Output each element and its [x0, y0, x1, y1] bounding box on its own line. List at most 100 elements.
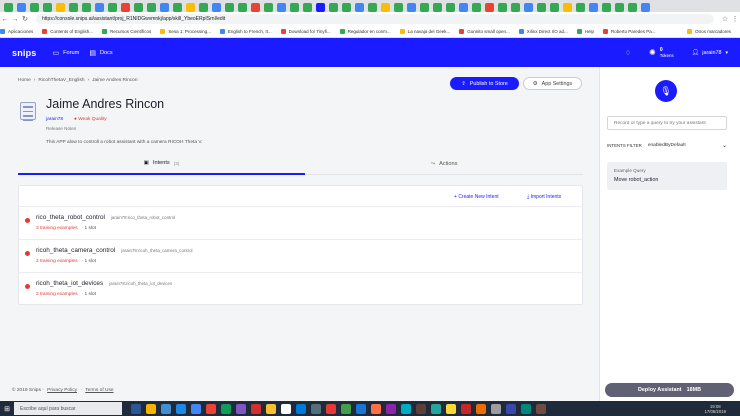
browser-tab[interactable]	[342, 3, 351, 12]
browser-tab[interactable]	[511, 3, 520, 12]
bookmark-item[interactable]: Aplicaciones	[0, 29, 33, 34]
back-icon[interactable]: ←	[0, 16, 10, 23]
browser-tab[interactable]	[433, 3, 442, 12]
taskbar-app-icon[interactable]	[400, 403, 411, 414]
taskbar-app-icon[interactable]	[490, 403, 501, 414]
intent-name[interactable]: ricoh_theta_camera_control	[36, 247, 115, 254]
bookmark-item[interactable]: Gunnito small open...	[459, 29, 510, 34]
browser-tab[interactable]	[420, 3, 429, 12]
taskbar-app-icon[interactable]	[385, 403, 396, 414]
browser-tab[interactable]	[108, 3, 117, 12]
taskbar-app-icon[interactable]	[310, 403, 321, 414]
tokens-counter[interactable]: 0 Tokens	[660, 47, 674, 59]
browser-tab[interactable]	[446, 3, 455, 12]
menu-icon[interactable]: ⋮	[730, 15, 740, 23]
browser-tab[interactable]	[134, 3, 143, 12]
taskbar-app-icon[interactable]	[370, 403, 381, 414]
taskbar-app-icon[interactable]	[505, 403, 516, 414]
terms-link[interactable]: Terms of Use	[85, 388, 113, 393]
bookmark-item[interactable]: Contents of English...	[42, 29, 93, 34]
microphone-button[interactable]: 🎙︎	[655, 80, 677, 102]
browser-tab[interactable]	[173, 3, 182, 12]
browser-tab[interactable]	[524, 3, 533, 12]
browser-tab[interactable]	[277, 3, 286, 12]
url-field[interactable]: https://console.snips.ai/assistant/proj_…	[36, 14, 714, 24]
forward-icon[interactable]: →	[10, 16, 20, 23]
browser-tab[interactable]	[472, 3, 481, 12]
browser-tab[interactable]	[30, 3, 39, 12]
taskbar-app-icon[interactable]	[130, 403, 141, 414]
tab-intents[interactable]: ▣ Intents (3)	[18, 153, 305, 175]
taskbar-app-icon[interactable]	[160, 403, 171, 414]
docs-link[interactable]: ▤ Docs	[89, 49, 112, 57]
browser-tab[interactable]	[394, 3, 403, 12]
taskbar-app-icon[interactable]	[445, 403, 456, 414]
taskbar-app-icon[interactable]	[220, 403, 231, 414]
browser-tab[interactable]	[147, 3, 156, 12]
taskbar-app-icon[interactable]	[325, 403, 336, 414]
example-query-card[interactable]: Example Query Move robot_action	[607, 162, 727, 190]
browser-tab[interactable]	[17, 3, 26, 12]
taskbar-app-icon[interactable]	[145, 403, 156, 414]
browser-tab[interactable]	[485, 3, 494, 12]
taskbar-app-icon[interactable]	[430, 403, 441, 414]
browser-tab[interactable]	[537, 3, 546, 12]
privacy-link[interactable]: Privacy Policy	[47, 388, 77, 393]
browser-tab[interactable]	[576, 3, 585, 12]
breadcrumb-home[interactable]: Home	[18, 78, 31, 83]
taskbar-app-icon[interactable]	[190, 403, 201, 414]
taskbar-app-icon[interactable]	[250, 403, 261, 414]
browser-tab[interactable]	[550, 3, 559, 12]
browser-tab[interactable]	[290, 3, 299, 12]
bookmark-item[interactable]: Recursos Científicos	[102, 29, 151, 34]
bookmark-item[interactable]: Regulador en conm...	[339, 29, 391, 34]
import-intents-button[interactable]: ⤓ Import Intents	[527, 194, 561, 200]
taskbar-app-icon[interactable]	[205, 403, 216, 414]
bookmark-item[interactable]: Roberto Paredes Pa...	[603, 29, 656, 34]
browser-tab[interactable]	[615, 3, 624, 12]
browser-tab[interactable]	[186, 3, 195, 12]
create-intent-button[interactable]: + Create New Intent	[454, 194, 499, 200]
browser-tab[interactable]	[4, 3, 13, 12]
bell-icon[interactable]: ♢	[625, 49, 631, 57]
intent-row[interactable]: ricoh_theta_camera_control jarain78:ricoh…	[18, 239, 583, 272]
taskbar-search[interactable]: Escribe aquí para buscar	[14, 402, 122, 415]
publish-button[interactable]: ⇪ Publish to Store	[450, 77, 519, 90]
reload-icon[interactable]: ↻	[20, 15, 30, 23]
taskbar-app-icon[interactable]	[475, 403, 486, 414]
browser-tab[interactable]	[563, 3, 572, 12]
bookmark-item[interactable]: English to French, It...	[219, 29, 272, 34]
browser-tab[interactable]	[589, 3, 598, 12]
browser-tab[interactable]	[316, 3, 325, 12]
app-settings-button[interactable]: ⚙ App Settings	[523, 77, 582, 90]
star-icon[interactable]: ☆	[720, 15, 730, 23]
browser-tab[interactable]	[43, 3, 52, 12]
intent-name[interactable]: ricoh_theta_iot_devices	[36, 280, 103, 287]
query-input[interactable]	[607, 116, 727, 130]
release-notes-link[interactable]: Release Notes	[46, 126, 76, 131]
browser-tab[interactable]	[82, 3, 91, 12]
browser-tab[interactable]	[368, 3, 377, 12]
bookmark-item[interactable]: La navaja del Geek...	[399, 29, 450, 34]
windows-start-icon[interactable]: ⊞	[0, 405, 14, 413]
browser-tab[interactable]	[407, 3, 416, 12]
browser-tab[interactable]	[199, 3, 208, 12]
taskbar-app-icon[interactable]	[355, 403, 366, 414]
taskbar-app-icon[interactable]	[295, 403, 306, 414]
breadcrumb-assistant[interactable]: RicohThetaV_English	[38, 78, 84, 83]
browser-tab[interactable]	[160, 3, 169, 12]
taskbar-app-icon[interactable]	[280, 403, 291, 414]
taskbar-app-icon[interactable]	[175, 403, 186, 414]
tab-actions[interactable]: ⤳ Actions	[305, 153, 583, 175]
browser-tab[interactable]	[56, 3, 65, 12]
taskbar-app-icon[interactable]	[535, 403, 546, 414]
browser-tab[interactable]	[381, 3, 390, 12]
browser-tab[interactable]	[69, 3, 78, 12]
taskbar-app-icon[interactable]	[415, 403, 426, 414]
browser-tab[interactable]	[121, 3, 130, 12]
browser-tab[interactable]	[498, 3, 507, 12]
browser-tab[interactable]	[303, 3, 312, 12]
browser-tab[interactable]	[628, 3, 637, 12]
taskbar-app-icon[interactable]	[460, 403, 471, 414]
user-name[interactable]: jarain78	[702, 50, 721, 56]
